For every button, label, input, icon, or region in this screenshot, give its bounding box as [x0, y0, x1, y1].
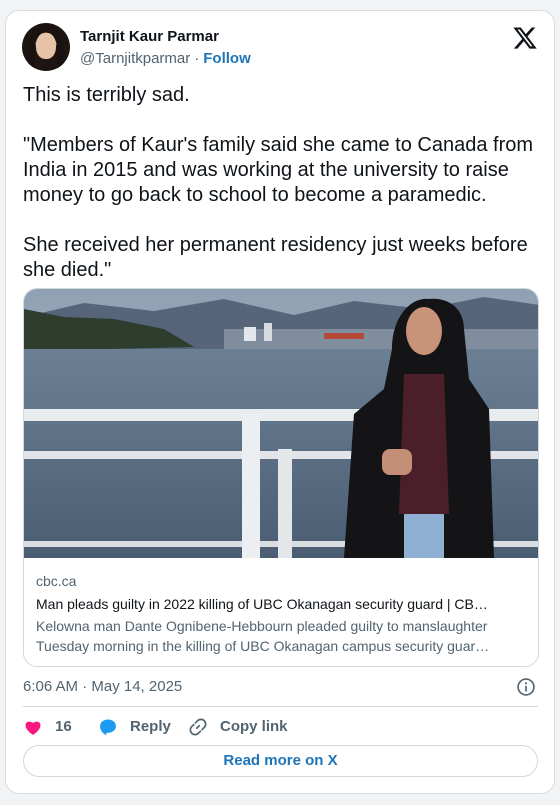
- follow-button[interactable]: Follow: [203, 50, 251, 67]
- author-handle-row: @Tarnjitkparmar · Follow: [80, 50, 251, 67]
- read-more-button[interactable]: Read more on X: [23, 745, 538, 777]
- avatar[interactable]: [22, 23, 70, 71]
- link-meta: cbc.ca Man pleads guilty in 2022 killing…: [36, 572, 526, 656]
- link-title[interactable]: Man pleads guilty in 2022 killing of UBC…: [36, 594, 526, 614]
- copy-link-label: Copy link: [220, 718, 288, 735]
- link-description: Kelowna man Dante Ognibene-Hebbourn plea…: [36, 616, 526, 656]
- divider: [23, 706, 538, 707]
- like-button[interactable]: 16: [23, 713, 72, 741]
- reply-button[interactable]: Reply: [98, 713, 171, 741]
- link-icon: [189, 718, 207, 736]
- separator-dot: ·: [194, 50, 200, 67]
- reply-bubble-icon: [100, 719, 116, 736]
- tweet-text: This is terribly sad. "Members of Kaur's…: [23, 83, 543, 283]
- timestamp-row: 6:06 AM · May 14, 2025: [23, 675, 538, 699]
- tweet-paragraph: "Members of Kaur's family said she came …: [23, 134, 534, 206]
- heart-icon: [25, 721, 41, 735]
- tweet-timestamp[interactable]: 6:06 AM · May 14, 2025: [23, 678, 182, 695]
- x-logo-icon[interactable]: [512, 25, 538, 51]
- action-bar: 16 Reply Copy link: [23, 713, 538, 741]
- tweet-paragraph: This is terribly sad.: [23, 84, 190, 106]
- link-description-line: Tuesday morning in the killing of UBC Ok…: [36, 638, 490, 654]
- info-icon[interactable]: [516, 677, 536, 697]
- like-count: 16: [55, 718, 72, 735]
- copy-link-button[interactable]: Copy link: [188, 713, 288, 741]
- tweet-header: Tarnjit Kaur Parmar @Tarnjitkparmar · Foll…: [22, 23, 538, 75]
- link-preview-card[interactable]: cbc.ca Man pleads guilty in 2022 killing…: [23, 288, 539, 667]
- tweet-card: Tarnjit Kaur Parmar @Tarnjitkparmar · Foll…: [5, 10, 555, 794]
- article-photo: [24, 289, 538, 558]
- link-domain: cbc.ca: [36, 573, 77, 589]
- link-description-line: Kelowna man Dante Ognibene-Hebbourn plea…: [36, 618, 488, 634]
- author-handle[interactable]: @Tarnjitkparmar: [80, 50, 190, 67]
- tweet-paragraph: She received her permanent residency jus…: [23, 234, 528, 281]
- reply-label: Reply: [130, 718, 171, 735]
- author-name[interactable]: Tarnjit Kaur Parmar: [80, 28, 219, 45]
